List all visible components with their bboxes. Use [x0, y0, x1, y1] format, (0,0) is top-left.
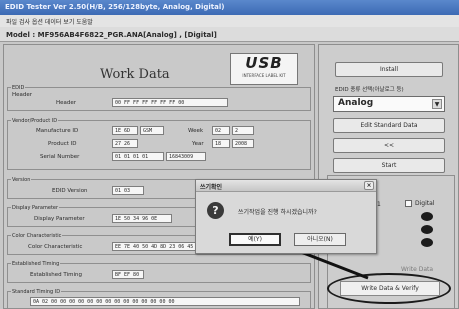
serial-field[interactable]: 01 01 01 01: [112, 152, 164, 161]
back-arrow-button[interactable]: <<: [333, 138, 445, 153]
edid-group-label: EDID: [11, 85, 26, 91]
manufacture-code-field[interactable]: GSM: [140, 126, 164, 135]
display-group-label: Display Parameter: [11, 205, 60, 211]
standard-group-label: Standard Timing ID: [11, 289, 62, 295]
checkbox-icon[interactable]: [405, 200, 412, 207]
digital-label: Digital: [415, 200, 435, 207]
status-led-2: [421, 225, 433, 234]
week-number-field[interactable]: 2: [232, 126, 254, 135]
mode-select-value: Analog: [338, 98, 374, 108]
dialog-title: 쓰기확인: [200, 184, 223, 191]
confirm-dialog: 쓰기확인 × ? 쓰기작업을 진행 하시겠습니까? 예(Y) 아니오(N): [195, 179, 377, 254]
display-parameter-field[interactable]: 1E 50 34 96 0E: [112, 214, 172, 223]
year-label: Year: [192, 141, 204, 147]
edit-standard-data-button[interactable]: Edit Standard Data: [333, 118, 445, 133]
color-characteristic-label: Color Characteristic: [28, 244, 83, 250]
control-panel: Install EDID 종류 선택(아날로그 등) Analog ▼ Edit…: [318, 44, 459, 309]
product-label: Product ID: [48, 141, 77, 147]
chevron-down-icon[interactable]: ▼: [432, 99, 442, 109]
week-label: Week: [188, 128, 204, 134]
window-titlebar: EDID Tester Ver 2.50(H/B, 256/128byte, A…: [0, 0, 459, 15]
mode-select[interactable]: Analog ▼: [333, 96, 445, 112]
header-label: Header: [56, 100, 77, 106]
product-field[interactable]: 27 26: [112, 139, 138, 148]
usb-logo: USB INTERFACE LABEL KIT: [230, 53, 298, 85]
standard-timing-field[interactable]: 0A 02 00 00 00 00 00 00 00 00 00 00 00 0…: [30, 297, 300, 306]
work-data-title: Work Data: [100, 67, 170, 82]
close-icon[interactable]: ×: [364, 181, 374, 190]
write-data-verify-button[interactable]: Write Data & Verify: [340, 281, 440, 296]
write-data-label[interactable]: Write Data: [401, 266, 433, 273]
edid-group: EDID Header Header 00 FF FF FF FF FF FF …: [7, 85, 311, 111]
work-data-panel: Work Data USB INTERFACE LABEL KIT EDID H…: [3, 44, 315, 309]
edid-version-field[interactable]: 01 03: [112, 186, 144, 195]
timing-group-label: Established Timing: [11, 261, 61, 267]
menu-bar[interactable]: 파일 검사 옵션 데이터 보기 도움말: [0, 15, 459, 27]
edid-version-label: EDID Version: [52, 188, 88, 194]
established-timing-label: Established Timing: [30, 272, 82, 278]
header-group-label: Header: [12, 92, 33, 98]
no-button[interactable]: 아니오(N): [294, 233, 346, 246]
vendor-group-label: Vendor/Product ID: [11, 118, 59, 124]
logo-text: USB: [245, 54, 283, 72]
week-field[interactable]: 02: [212, 126, 230, 135]
serial-label: Serial Number: [40, 154, 80, 160]
established-timing-field[interactable]: BF EF 80: [112, 270, 144, 279]
model-info: Model : MF956AB4F6822_PGR.ANA[Analog] , …: [0, 27, 459, 42]
vendor-product-group: Vendor/Product ID Manufacture ID 1E 6D G…: [7, 118, 311, 170]
year-full-field[interactable]: 2008: [232, 139, 254, 148]
question-icon: ?: [207, 202, 224, 219]
status-led-1: [421, 212, 433, 221]
status-led-3: [421, 238, 433, 247]
logo-subtext: INTERFACE LABEL KIT: [242, 73, 286, 78]
dialog-message: 쓰기작업을 진행 하시겠습니까?: [238, 209, 317, 216]
established-timing-group: Established Timing Established Timing BF…: [7, 261, 311, 283]
color-group-label: Color Characteristic: [11, 233, 63, 239]
standard-timing-group: Standard Timing ID 0A 02 00 00 00 00 00 …: [7, 289, 311, 309]
year-field[interactable]: 18: [212, 139, 230, 148]
edid-type-label: EDID 종류 선택(아날로그 등): [335, 87, 404, 93]
dialog-titlebar: 쓰기확인 ×: [196, 180, 376, 192]
manufacture-field[interactable]: 1E 6D: [112, 126, 138, 135]
install-button[interactable]: Install: [335, 62, 443, 77]
display-parameter-label: Display Parameter: [34, 216, 85, 222]
yes-button[interactable]: 예(Y): [229, 233, 281, 246]
manufacture-label: Manufacture ID: [36, 128, 79, 134]
digital-checkbox[interactable]: Digital: [405, 200, 434, 207]
start-button[interactable]: Start: [333, 158, 445, 173]
header-field[interactable]: 00 FF FF FF FF FF FF 00: [112, 98, 228, 107]
version-group-label: Version: [11, 177, 32, 183]
serial-decimal-field[interactable]: 16843009: [166, 152, 206, 161]
analog-indicator-label: 1: [377, 201, 381, 208]
